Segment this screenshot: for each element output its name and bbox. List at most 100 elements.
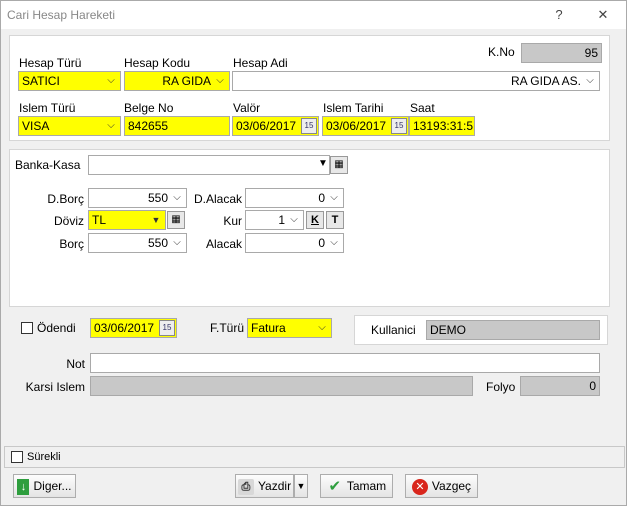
- hesap-kodu-value: RA GIDA: [162, 74, 211, 88]
- dalacak-input[interactable]: 0 ⌵: [245, 188, 344, 208]
- printer-icon: ⎙: [237, 478, 254, 495]
- diger-button[interactable]: ↓ Diger...: [13, 474, 76, 498]
- odendi-date-input[interactable]: 03/06/2017 15: [90, 318, 177, 338]
- dialog-window: Cari Hesap Hareketi ? ✕ K.No 95 Hesap Tü…: [0, 0, 627, 506]
- dropdown-arrow-icon[interactable]: ▼: [150, 211, 162, 229]
- banka-kasa-select[interactable]: ▼: [88, 155, 330, 175]
- t-button[interactable]: T: [326, 211, 344, 229]
- islem-tarihi-date-input[interactable]: 03/06/2017 15: [322, 116, 409, 136]
- kur-label: Kur: [223, 214, 242, 228]
- checkmark-icon: ✔: [328, 477, 342, 495]
- belge-no-label: Belge No: [124, 101, 174, 115]
- odendi-label: Ödendi: [37, 321, 76, 335]
- borc-input[interactable]: 550 ⌵: [88, 233, 187, 253]
- islem-turu-value: VISA: [22, 119, 50, 133]
- chevron-down-icon[interactable]: ⌵: [328, 234, 340, 252]
- karsi-islem-label: Karsi Islem: [25, 380, 85, 394]
- k-button-label: K: [311, 214, 319, 226]
- valor-label: Valör: [233, 101, 261, 115]
- surekli-checkbox[interactable]: [11, 451, 23, 463]
- banka-kasa-label: Banka-Kasa: [15, 158, 81, 172]
- yazdir-dropdown-button[interactable]: ▼: [294, 474, 308, 498]
- amounts-panel: Banka-Kasa ▼ ▦ D.Borç 550 ⌵ D.Alacak 0 ⌵…: [9, 149, 610, 307]
- hesap-turu-select[interactable]: SATICI ⌵: [18, 71, 121, 91]
- dropdown-arrow-icon[interactable]: ▼: [316, 156, 329, 174]
- kur-input[interactable]: 1 ⌵: [245, 210, 304, 230]
- doviz-select[interactable]: TL ▼: [88, 210, 166, 230]
- lookup-icon[interactable]: ▦: [330, 156, 348, 174]
- hesap-turu-label: Hesap Türü: [19, 56, 82, 70]
- k-button[interactable]: K: [306, 211, 324, 229]
- help-button[interactable]: ?: [547, 5, 571, 25]
- valor-date-input[interactable]: 03/06/2017 15: [232, 116, 319, 136]
- hesap-kodu-select[interactable]: RA GIDA ⌵: [124, 71, 230, 91]
- chevron-down-icon[interactable]: ⌵: [316, 319, 328, 337]
- dborc-value: 550: [147, 191, 168, 205]
- title-bar: Cari Hesap Hareketi ? ✕: [1, 1, 626, 29]
- hesap-adi-select[interactable]: RA GIDA AS. ⌵: [232, 71, 600, 91]
- kno-field: 95: [521, 43, 602, 63]
- alacak-input[interactable]: 0 ⌵: [245, 233, 344, 253]
- tamam-button[interactable]: ✔ Tamam: [320, 474, 393, 498]
- odendi-checkbox[interactable]: [21, 322, 33, 334]
- calendar-icon[interactable]: 15: [301, 118, 317, 134]
- dropdown-arrow-icon: ▼: [296, 481, 306, 491]
- lookup-icon[interactable]: ▦: [167, 211, 185, 229]
- hesap-kodu-label: Hesap Kodu: [124, 56, 191, 70]
- islem-turu-select[interactable]: VISA ⌵: [18, 116, 121, 136]
- doviz-label: Döviz: [53, 214, 84, 228]
- fturu-select[interactable]: Fatura ⌵: [247, 318, 332, 338]
- diger-label: Diger...: [33, 479, 72, 493]
- borc-label: Borç: [59, 237, 84, 251]
- dborc-input[interactable]: 550 ⌵: [88, 188, 187, 208]
- folyo-field: 0: [520, 376, 600, 396]
- chevron-down-icon[interactable]: ⌵: [171, 234, 183, 252]
- chevron-down-icon[interactable]: ⌵: [328, 189, 340, 207]
- valor-value: 03/06/2017: [236, 119, 297, 133]
- chevron-down-icon[interactable]: ⌵: [584, 72, 596, 90]
- kullanici-field: DEMO: [426, 320, 600, 340]
- fturu-label: F.Türü: [210, 321, 245, 335]
- alacak-label: Alacak: [205, 237, 242, 251]
- chevron-down-icon[interactable]: ⌵: [171, 189, 183, 207]
- hesap-adi-value: RA GIDA AS.: [510, 74, 581, 88]
- chevron-down-icon[interactable]: ⌵: [105, 117, 117, 135]
- kullanici-panel: Kullanici DEMO: [354, 315, 608, 345]
- calendar-icon[interactable]: 15: [391, 118, 407, 134]
- doviz-value: TL: [92, 213, 107, 227]
- islem-turu-label: Islem Türü: [19, 101, 76, 115]
- folyo-label: Folyo: [486, 380, 516, 394]
- saat-input[interactable]: 13193:31:5: [409, 116, 475, 136]
- window-title: Cari Hesap Hareketi: [7, 8, 116, 22]
- hesap-turu-value: SATICI: [22, 74, 60, 88]
- close-button[interactable]: ✕: [591, 5, 615, 25]
- arrow-down-icon: ↓: [17, 478, 30, 495]
- kno-label: K.No: [488, 45, 515, 59]
- kur-value: 1: [278, 213, 285, 227]
- fturu-value: Fatura: [251, 321, 286, 335]
- saat-label: Saat: [410, 101, 435, 115]
- not-input[interactable]: [90, 353, 600, 373]
- yazdir-label: Yazdir: [257, 479, 292, 493]
- odendi-date-value: 03/06/2017: [94, 321, 155, 335]
- belge-no-input[interactable]: 842655: [124, 116, 230, 136]
- surekli-bar: Sürekli: [4, 446, 625, 468]
- calendar-icon[interactable]: 15: [159, 320, 175, 336]
- hesap-adi-label: Hesap Adi: [233, 56, 288, 70]
- tamam-label: Tamam: [346, 479, 387, 493]
- yazdir-button[interactable]: ⎙ Yazdir: [235, 474, 294, 498]
- alacak-value: 0: [318, 236, 325, 250]
- chevron-down-icon[interactable]: ⌵: [214, 72, 226, 90]
- not-label: Not: [66, 357, 85, 371]
- karsi-islem-field: [90, 376, 473, 396]
- chevron-down-icon[interactable]: ⌵: [288, 211, 300, 229]
- dborc-label: D.Borç: [47, 192, 84, 206]
- vazgec-button[interactable]: ✕ Vazgeç: [405, 474, 478, 498]
- header-panel: K.No 95 Hesap Türü Hesap Kodu Hesap Adi …: [9, 35, 610, 141]
- islem-tarihi-value: 03/06/2017: [326, 119, 387, 133]
- chevron-down-icon[interactable]: ⌵: [105, 72, 117, 90]
- kullanici-label: Kullanici: [371, 323, 416, 337]
- dalacak-value: 0: [318, 191, 325, 205]
- vazgec-label: Vazgeç: [431, 479, 472, 493]
- cancel-icon: ✕: [411, 478, 428, 495]
